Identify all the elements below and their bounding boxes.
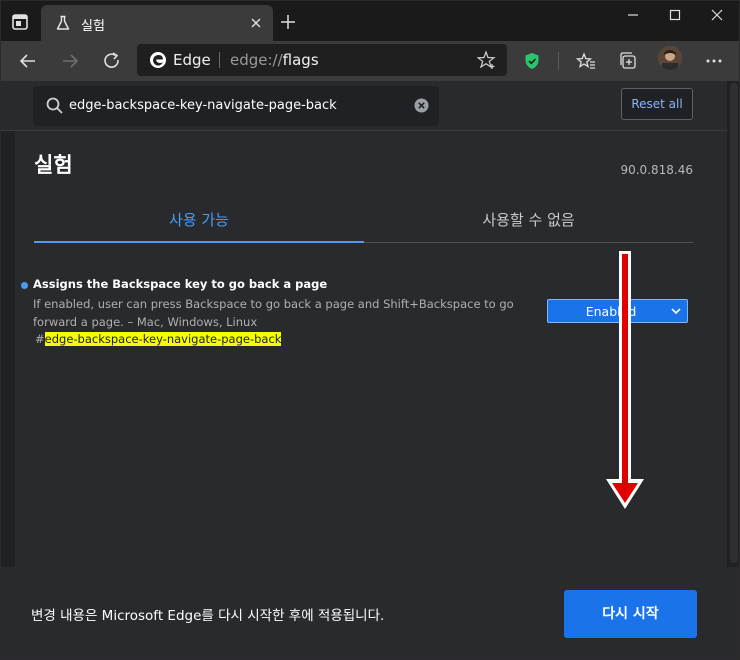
active-tab-underline <box>34 241 364 243</box>
toolbar: Edge edge://flags <box>1 41 739 81</box>
tab-available-label: 사용 가능 <box>169 211 229 229</box>
modified-indicator <box>21 282 28 289</box>
reset-all-button[interactable]: Reset all <box>621 88 693 120</box>
restart-button[interactable]: 다시 시작 <box>564 590 697 638</box>
more-icon[interactable] <box>701 48 727 74</box>
maximize-icon[interactable] <box>665 7 685 23</box>
search-value: edge-backspace-key-navigate-page-back <box>69 98 337 113</box>
forward-icon[interactable] <box>57 48 83 74</box>
minimize-icon[interactable] <box>623 7 643 23</box>
tab-actions-icon[interactable] <box>11 13 29 31</box>
tab-unavailable-label: 사용할 수 없음 <box>482 211 575 229</box>
address-bar[interactable]: Edge edge://flags <box>137 44 507 76</box>
version-number: 90.0.818.46 <box>620 163 693 177</box>
scrollbar[interactable] <box>727 81 739 567</box>
flask-icon <box>56 15 70 30</box>
omnibox-divider <box>219 52 220 68</box>
tab-unavailable[interactable]: 사용할 수 없음 <box>364 203 693 243</box>
add-favorite-icon[interactable] <box>477 50 497 70</box>
shield-icon[interactable] <box>519 48 545 74</box>
flags-header: edge-backspace-key-navigate-page-back Re… <box>1 81 727 131</box>
search-highlight: edge-backspace-key-navigate-page-back <box>44 332 282 346</box>
toolbar-divider <box>558 52 559 70</box>
edge-logo-icon <box>150 52 166 68</box>
experiment-description: If enabled, user can press Backspace to … <box>33 297 514 329</box>
url-text[interactable]: edge://flags <box>230 51 319 69</box>
tab-title: 실험 <box>81 19 105 34</box>
annotation-arrow <box>606 251 644 509</box>
refresh-icon[interactable] <box>99 48 125 74</box>
collections-icon[interactable] <box>615 48 641 74</box>
restart-footer: 변경 내용은 Microsoft Edge를 다시 시작한 후에 적용됩니다. … <box>1 567 739 659</box>
page-title: 실험 <box>34 153 73 177</box>
browser-window: 실험 Edge edge://flags edge-backspace-key-… <box>0 0 740 660</box>
tab-underline <box>364 242 693 243</box>
restart-message: 변경 내용은 Microsoft Edge를 다시 시작한 후에 적용됩니다. <box>31 608 385 624</box>
plus-icon[interactable] <box>279 13 297 31</box>
avatar[interactable] <box>658 46 682 70</box>
chevron-down-icon <box>671 308 681 315</box>
scrollbar-thumb[interactable] <box>730 83 738 563</box>
search-icon <box>46 97 63 114</box>
active-tab[interactable]: 실험 <box>41 5 273 41</box>
experiment-permalink[interactable]: #edge-backspace-key-navigate-page-back <box>35 332 282 346</box>
back-icon[interactable] <box>15 48 41 74</box>
tab-strip: 실험 <box>1 1 739 41</box>
favorites-icon[interactable] <box>573 48 599 74</box>
window-close-icon[interactable] <box>707 6 727 24</box>
search-input[interactable]: edge-backspace-key-navigate-page-back <box>33 86 439 126</box>
profile-photo <box>658 46 682 70</box>
clear-icon[interactable] <box>413 97 430 114</box>
tab-available[interactable]: 사용 가능 <box>34 203 364 243</box>
site-label: Edge <box>173 51 211 69</box>
experiment-title: Assigns the Backspace key to go back a p… <box>33 277 328 291</box>
close-icon[interactable] <box>247 14 265 32</box>
